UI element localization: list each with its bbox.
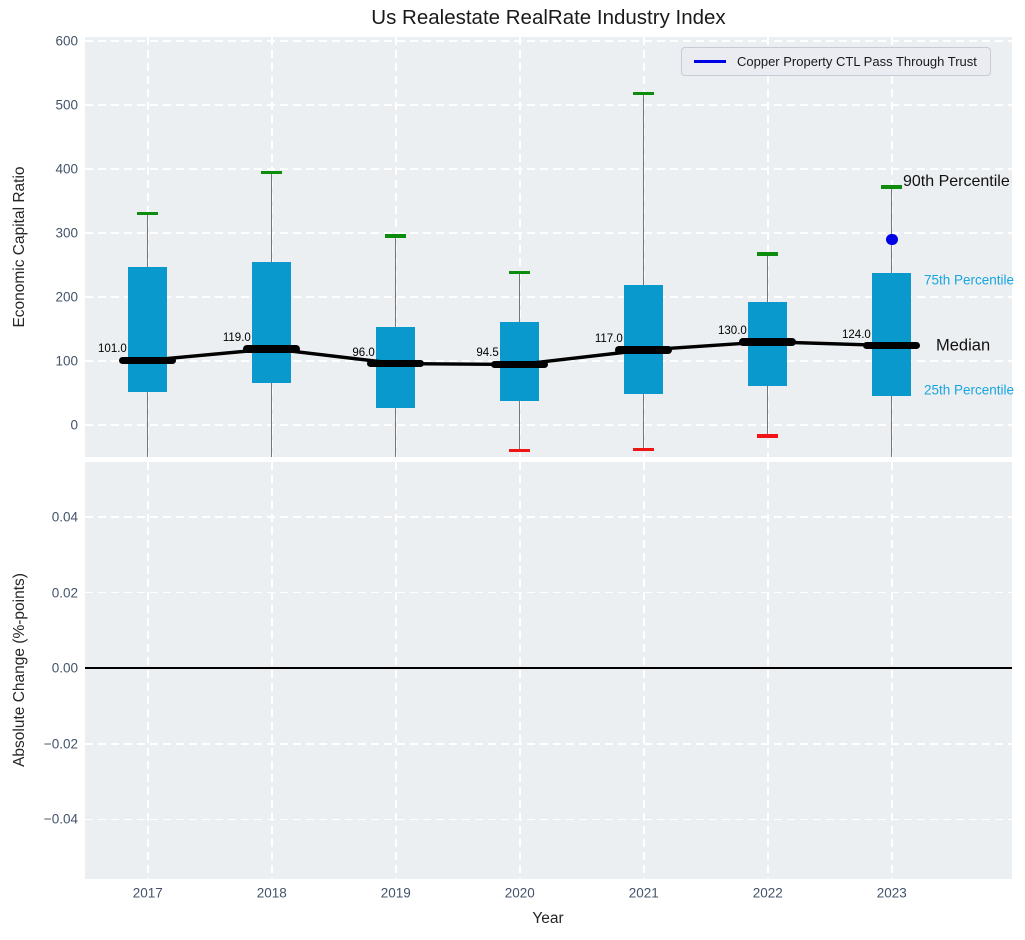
x-tick-label: 2023	[877, 886, 907, 901]
gridline-v	[891, 462, 893, 879]
gridline-v	[271, 462, 273, 879]
legend: Copper Property CTL Pass Through Trust	[681, 47, 991, 76]
x-tick-label: 2017	[133, 886, 163, 901]
median-value-label-2020: 94.5	[429, 347, 499, 359]
legend-label: Copper Property CTL Pass Through Trust	[737, 54, 977, 69]
legend-line-swatch	[694, 60, 726, 63]
median-value-label-2022: 130.0	[677, 325, 747, 337]
median-value-label-2019: 96.0	[305, 347, 375, 359]
median-marker-2017	[119, 357, 176, 365]
y-tick-label: −0.04	[16, 812, 78, 827]
zero-change-line	[85, 667, 1012, 669]
x-tick-label: 2019	[381, 886, 411, 901]
x-tick-label: 2020	[505, 886, 535, 901]
median-value-label-2018: 119.0	[181, 332, 251, 344]
gridline-h	[85, 516, 1012, 518]
gridline-v	[767, 462, 769, 879]
y-tick-label: 300	[16, 225, 78, 240]
x-axis-label: Year	[532, 910, 563, 928]
x-tick-label: 2021	[629, 886, 659, 901]
gridline-v	[395, 462, 397, 879]
x-tick-label: 2018	[257, 886, 287, 901]
median-marker-2023	[863, 342, 920, 350]
gridline-v	[147, 462, 149, 879]
x-tick-label: 2022	[753, 886, 783, 901]
median-marker-2022	[739, 338, 796, 346]
y-tick-label: 0.02	[16, 585, 78, 600]
y-tick-label: 200	[16, 289, 78, 304]
copper-point	[886, 234, 898, 246]
y-tick-label: 0	[16, 417, 78, 432]
y-tick-label: 500	[16, 97, 78, 112]
median-trend-line	[85, 37, 1012, 457]
median-marker-2020	[491, 361, 548, 369]
bottom-axes-absolute-change	[85, 462, 1012, 879]
median-value-label-2021: 117.0	[553, 333, 623, 345]
median-marker-2021	[615, 346, 672, 354]
chart-title: Us Realestate RealRate Industry Index	[85, 6, 1012, 30]
median-marker-2018	[243, 345, 300, 353]
annotation-90th-percentile: 90th Percentile	[903, 173, 1010, 191]
top-axes-economic-capital-ratio: 101.0 119.0 96.0 94.5 117.0 130.0 124.0	[85, 37, 1012, 457]
y-tick-label: 600	[16, 33, 78, 48]
annotation-25th-percentile: 25th Percentile	[924, 382, 1014, 397]
median-marker-2019	[367, 360, 424, 368]
median-value-label-2017: 101.0	[85, 343, 127, 355]
gridline-h	[85, 592, 1012, 594]
gridline-v	[519, 462, 521, 879]
y-tick-label: 100	[16, 353, 78, 368]
y-tick-label: 0.04	[16, 510, 78, 525]
annotation-median: Median	[936, 336, 990, 355]
figure: Us Realestate RealRate Industry Index 10…	[0, 0, 1025, 940]
annotation-75th-percentile: 75th Percentile	[924, 273, 1014, 288]
median-value-label-2023: 124.0	[801, 329, 871, 341]
gridline-h	[85, 743, 1012, 745]
gridline-h	[85, 819, 1012, 821]
y-tick-label: −0.02	[16, 736, 78, 751]
y-tick-label: 0.00	[16, 661, 78, 676]
gridline-v	[643, 462, 645, 879]
y-tick-label: 400	[16, 161, 78, 176]
